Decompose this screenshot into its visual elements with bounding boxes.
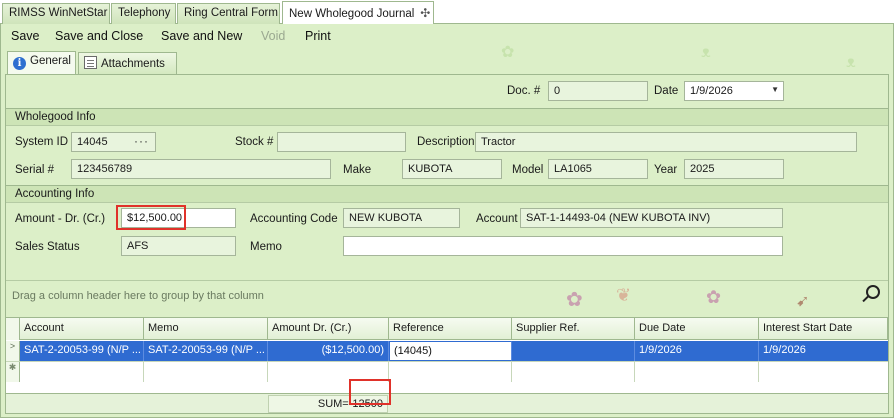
cell-reference-editor[interactable]: (14045) — [389, 341, 512, 361]
swirl-decoration-icon: ❦ — [616, 285, 632, 305]
new-row-cell[interactable] — [20, 362, 144, 382]
grid-footer: SUM=-12500 — [6, 393, 888, 413]
flower-decoration-icon: ✿ — [706, 287, 722, 307]
current-row-arrow-icon: > — [6, 341, 20, 361]
flower-decoration-icon: ✿ — [566, 289, 583, 311]
new-row-cell[interactable] — [268, 362, 389, 382]
column-header-supplier-ref[interactable]: Supplier Ref. — [512, 318, 635, 340]
new-row-cell[interactable] — [389, 362, 512, 382]
cell-supplier-ref[interactable] — [512, 341, 635, 361]
butterfly-decoration-icon: ᴥ — [846, 54, 856, 71]
column-header-interest-start-date[interactable]: Interest Start Date — [759, 318, 888, 340]
new-row-cell[interactable] — [512, 362, 635, 382]
accounting-code-label: Accounting Code — [250, 213, 338, 225]
tab-general-label: General — [30, 55, 71, 67]
cell-amount[interactable]: ($12,500.00) — [268, 341, 389, 361]
make-field[interactable]: KUBOTA — [402, 159, 502, 179]
group-by-panel[interactable]: Drag a column header here to group by th… — [6, 280, 888, 316]
date-label: Date — [654, 85, 679, 97]
description-field[interactable]: Tractor — [475, 132, 857, 152]
butterfly-decoration-icon: ᴥ — [701, 44, 711, 61]
print-button[interactable]: Print — [305, 29, 331, 43]
doc-number-label: Doc. # — [507, 85, 541, 97]
memo-field[interactable] — [343, 236, 783, 256]
account-field[interactable]: SAT-1-14493-04 (NEW KUBOTA INV) — [520, 208, 783, 228]
stock-number-field[interactable] — [277, 132, 406, 152]
save-and-close-button[interactable]: Save and Close — [55, 29, 143, 43]
tab-general[interactable]: i General — [7, 51, 76, 74]
year-label: Year — [654, 164, 678, 176]
search-icon[interactable] — [866, 285, 880, 299]
date-value: 1/9/2026 — [690, 85, 733, 97]
column-header-due-date[interactable]: Due Date — [635, 318, 759, 340]
stock-number-label: Stock # — [235, 136, 274, 148]
system-id-field[interactable]: 14045 ··· — [71, 132, 156, 152]
grid-header: Account Memo Amount Dr. (Cr.) Reference … — [6, 318, 888, 340]
new-row-cell[interactable] — [635, 362, 759, 382]
column-header-memo[interactable]: Memo — [144, 318, 268, 340]
document-icon — [84, 56, 97, 69]
new-row-cell[interactable] — [144, 362, 268, 382]
cell-memo[interactable]: SAT-2-20053-99 (N/P ... — [144, 341, 268, 361]
new-row-placeholder[interactable]: ✱ — [6, 361, 888, 382]
make-label: Make — [343, 164, 372, 176]
new-row-asterisk-icon: ✱ — [6, 362, 20, 382]
amount-label: Amount - Dr. (Cr.) — [15, 213, 106, 225]
column-header-reference[interactable]: Reference — [389, 318, 512, 340]
tab-label: Telephony — [118, 7, 171, 19]
column-header-account[interactable]: Account — [20, 318, 144, 340]
accounting-info-header: Accounting Info — [6, 185, 888, 203]
sum-label: SUM= — [317, 398, 349, 410]
ellipsis-lookup-icon[interactable]: ··· — [134, 134, 149, 148]
doc-number-field[interactable]: 0 — [548, 81, 648, 101]
column-header-amount[interactable]: Amount Dr. (Cr.) — [268, 318, 389, 340]
info-icon: i — [13, 57, 26, 70]
tab-label: Ring Central Form — [184, 7, 278, 19]
date-picker[interactable]: 1/9/2026 ▼ — [684, 81, 784, 101]
tab-attachments[interactable]: Attachments — [78, 52, 177, 74]
accounting-code-field[interactable]: NEW KUBOTA — [343, 208, 460, 228]
flower-decoration-icon: ✿ — [501, 44, 515, 61]
tab-ring-central-form[interactable]: Ring Central Form — [177, 3, 280, 24]
tab-label: New Wholegood Journal — [289, 8, 415, 20]
table-row[interactable]: > SAT-2-20053-99 (N/P ... SAT-2-20053-99… — [6, 341, 888, 361]
journal-workspace: ᴥ ✿ ᴥ ✿ ✿ ᴥ ᴥ Save Save and Close Save a… — [0, 24, 894, 418]
system-id-value: 14045 — [77, 136, 108, 148]
tab-label: RIMSS WinNetStar — [9, 7, 108, 19]
cell-account[interactable]: SAT-2-20053-99 (N/P ... — [20, 341, 144, 361]
sales-status-label: Sales Status — [15, 241, 80, 253]
description-label: Description — [417, 136, 475, 148]
tab-attachments-label: Attachments — [101, 58, 165, 70]
pin-icon[interactable]: ✣ — [420, 6, 430, 20]
document-tab-strip: RIMSS WinNetStar Telephony Ring Central … — [0, 0, 894, 25]
model-field[interactable]: LA1065 — [548, 159, 648, 179]
bird-decoration-icon: ➹ — [796, 293, 810, 310]
serial-number-field[interactable]: 123456789 — [71, 159, 331, 179]
tab-telephony[interactable]: Telephony — [111, 3, 176, 24]
sales-status-field[interactable]: AFS — [121, 236, 236, 256]
memo-label: Memo — [250, 241, 282, 253]
cell-interest-start-date[interactable]: 1/9/2026 — [759, 341, 888, 361]
void-button[interactable]: Void — [261, 29, 285, 43]
sum-value: -12500 — [348, 398, 383, 410]
serial-number-label: Serial # — [15, 164, 54, 176]
chevron-down-icon[interactable]: ▼ — [771, 85, 779, 94]
system-id-label: System ID — [15, 136, 69, 148]
save-button[interactable]: Save — [11, 29, 40, 43]
journal-lines-grid: Account Memo Amount Dr. (Cr.) Reference … — [6, 317, 888, 393]
amount-sum-summary: SUM=-12500 — [268, 395, 388, 413]
group-by-hint: Drag a column header here to group by th… — [12, 290, 264, 302]
wholegood-info-header: Wholegood Info — [6, 108, 888, 126]
general-panel: Doc. # 0 Date 1/9/2026 ▼ Wholegood Info S… — [5, 74, 889, 414]
year-field[interactable]: 2025 — [684, 159, 784, 179]
amount-field[interactable]: $12,500.00 — [121, 208, 236, 228]
model-label: Model — [512, 164, 544, 176]
row-indicator-header — [6, 318, 20, 340]
cell-due-date[interactable]: 1/9/2026 — [635, 341, 759, 361]
tab-new-wholegood-journal[interactable]: New Wholegood Journal ✣ — [282, 1, 434, 25]
account-label: Account — [476, 213, 518, 225]
new-row-cell[interactable] — [759, 362, 888, 382]
tab-rimss-winnetstar[interactable]: RIMSS WinNetStar — [2, 3, 110, 24]
save-and-new-button[interactable]: Save and New — [161, 29, 242, 43]
